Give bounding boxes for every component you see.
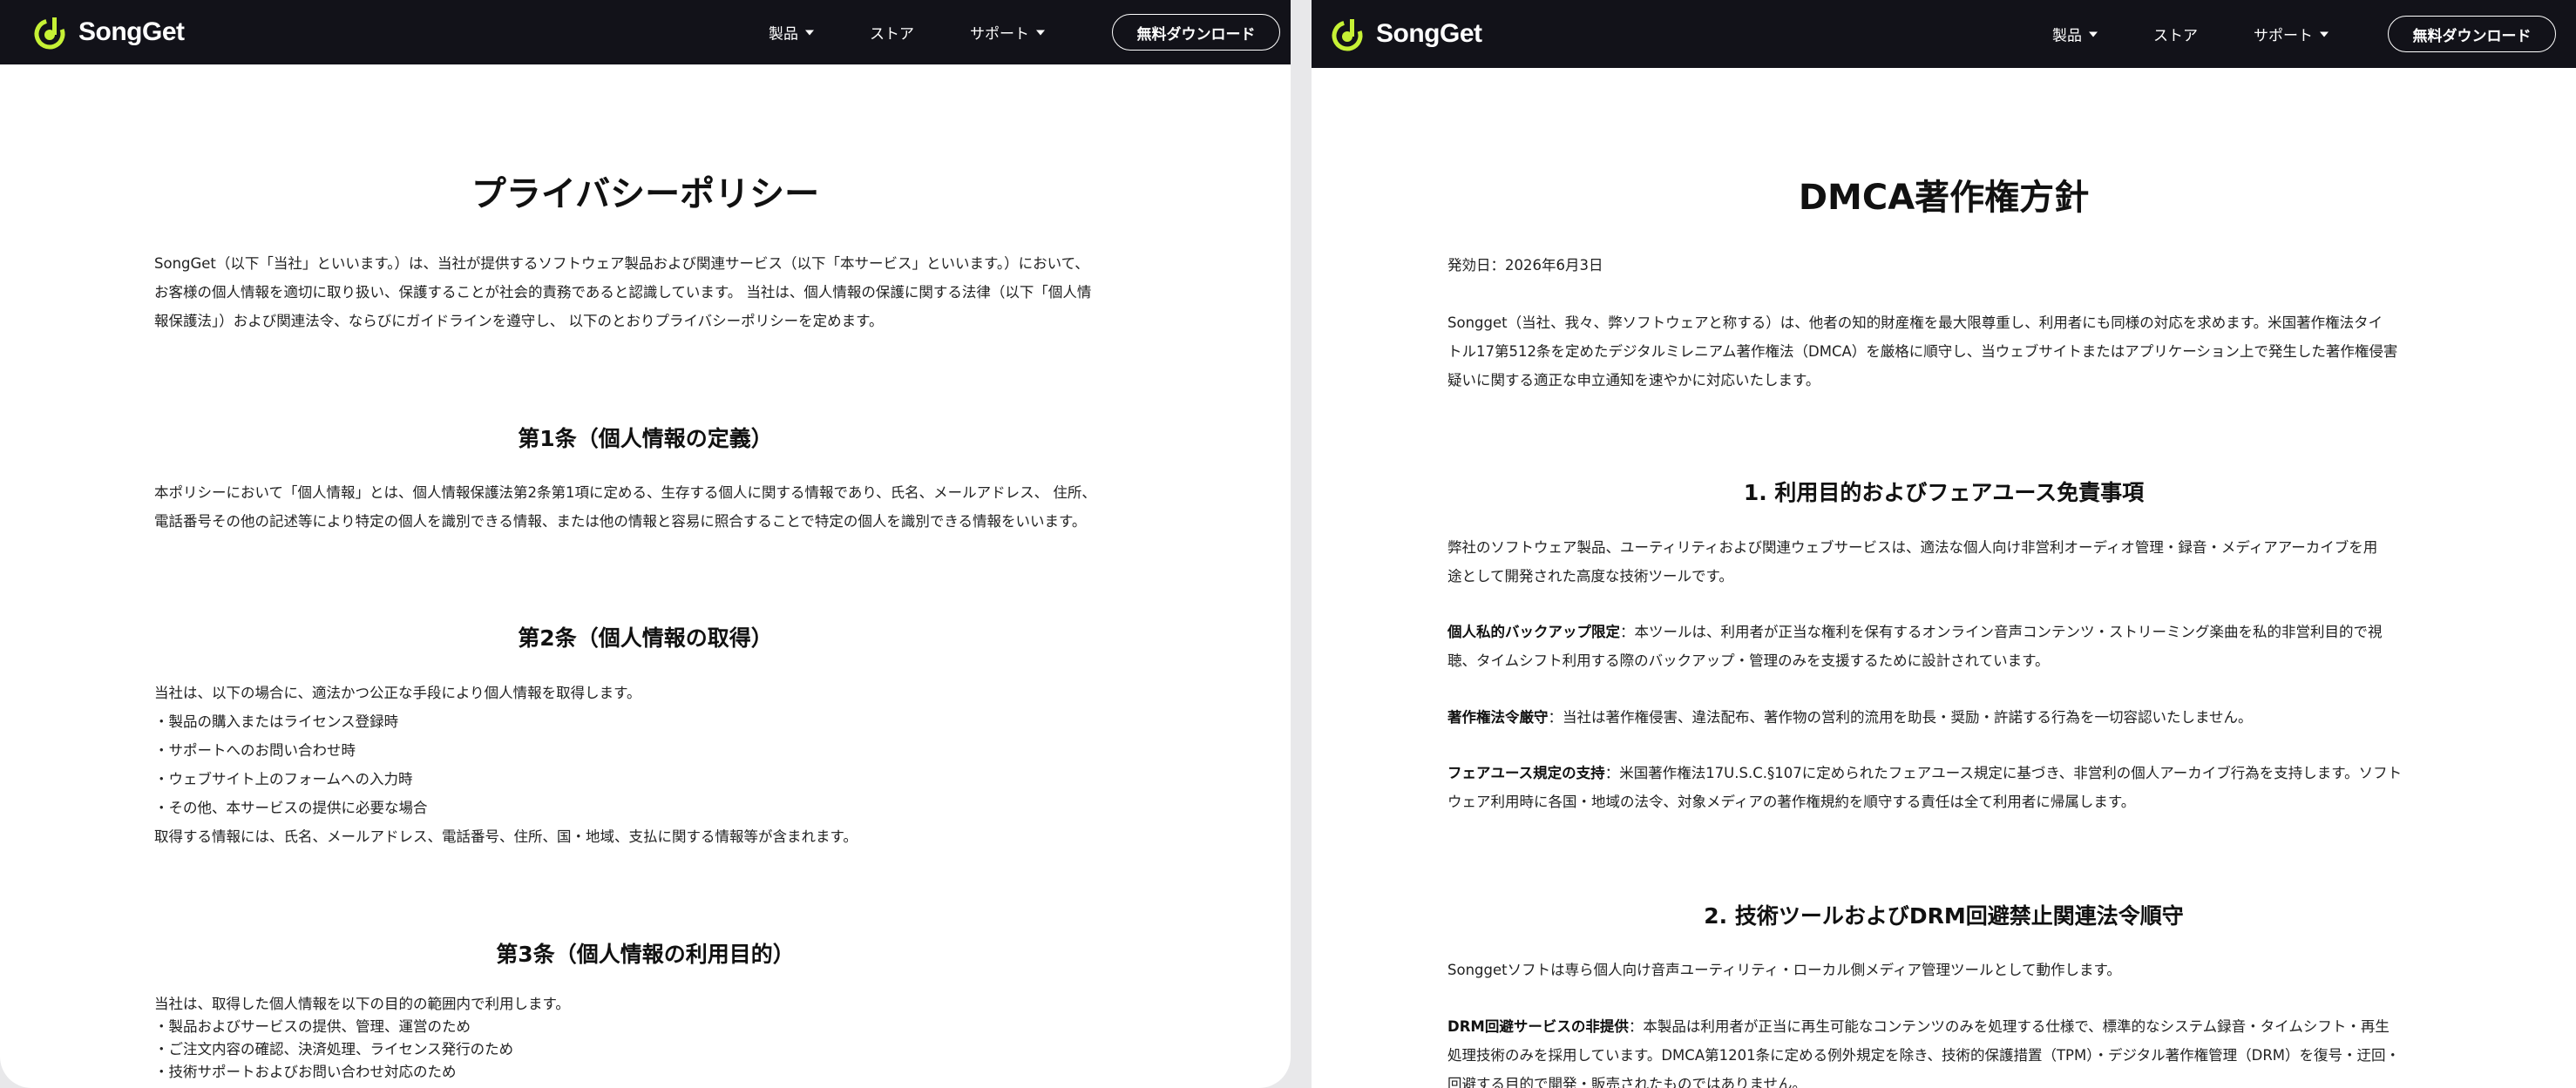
nav-products-label: 製品 [769,25,798,44]
section-2-para-2: DRM回避サービスの非提供：本製品は利用者が正当に再生可能なコンテンツのみを処理… [1447,1012,2493,1088]
page-title: プライバシーポリシー [471,174,820,214]
caret-down-icon [2089,31,2098,37]
section-1-para-3: 著作権法令厳守：当社は著作権侵害、違法配布、著作物の営利的流用を助長・奨励・許諾… [1447,703,2493,732]
text-line: 聴、タイムシフト利用する際のバックアップ・管理のみを支援するために設計されていま… [1447,652,2050,669]
nav-support-label: サポート [2254,27,2313,45]
nav-products-label: 製品 [2052,27,2082,45]
text-line: ウェア利用時に各国・地域の法令、対象メディアの著作権規約を順守する責任は全て利用… [1447,794,2136,810]
top-navbar: SongGet 製品 ストア サポート 無料ダウンロード [1312,0,2576,68]
text-line: トル17第512条を定めたデジタルミレニアム著作権法（DMCA）を厳格に順守し、… [1447,343,2398,360]
text-line: SongGet（以下「当社」といいます。）は、当社が提供するソフトウェア製品およ… [154,255,1089,272]
brand-name: SongGet [1376,19,1482,48]
list-item: ・製品およびサービスの提供、管理、運営のため [154,1018,471,1035]
list-item: ・製品の購入またはライセンス登録時 [154,713,399,730]
brand-logo[interactable]: SongGet [31,14,185,51]
text-line: 当社は、取得した個人情報を以下の目的の範囲内で利用します。 [154,996,570,1012]
section-1-para-2: 個人私的バックアップ限定：本ツールは、利用者が正当な権利を保有するオンライン音声… [1447,618,2493,675]
bold-label: DRM回避サービスの非提供 [1447,1018,1629,1035]
list-item: ・技術サポートおよびお問い合わせ対応のため [154,1064,457,1080]
bold-label: 個人私的バックアップ限定 [1447,624,1620,640]
nav-support[interactable]: サポート [2254,24,2329,45]
nav-store-label: ストア [870,25,914,44]
text-line: 当社は、以下の場合に、適法かつ公正な手段により個人情報を取得します。 [154,685,641,701]
article-3-body: 当社は、取得した個人情報を以下の目的の範囲内で利用します。 ・製品およびサービス… [154,993,1183,1084]
text-line: 処理技術のみを採用しています。DMCA第1201条に定める例外規定を除き、技術的… [1447,1047,2401,1064]
nav-products[interactable]: 製品 [2052,24,2098,45]
section-1-para-4: フェアユース規定の支持：米国著作権法17U.S.C.§107に定められたフェアユ… [1447,759,2493,816]
effective-date: 発効日：2026年6月3日 [1447,257,1603,274]
top-navbar: SongGet 製品 ストア サポート 無料ダウンロード [0,0,1291,64]
nav-store-label: ストア [2153,27,2198,45]
dmca-policy-page: SongGet 製品 ストア サポート 無料ダウンロード DMCA著作権方針 発… [1312,0,2576,1088]
caret-down-icon [1036,30,1045,35]
article-2-heading: 第2条（個人情報の取得） [518,625,773,651]
nav-store[interactable]: ストア [2153,24,2198,45]
privacy-policy-page: SongGet 製品 ストア サポート 無料ダウンロード プライバシーポリシー … [0,0,1291,1088]
intro-paragraph: SongGet（以下「当社」といいます。）は、当社が提供するソフトウェア製品およ… [154,249,1156,335]
page-title: DMCA著作権方針 [1798,178,2090,218]
main-nav: 製品 ストア サポート [2052,24,2329,45]
article-1-heading: 第1条（個人情報の定義） [518,426,773,451]
nav-support[interactable]: サポート [970,22,1045,44]
list-item: ・ご注文内容の確認、決済処理、ライセンス発行のため [154,1041,514,1058]
free-download-button[interactable]: 無料ダウンロード [1112,14,1280,51]
text-line: Songget（当社、我々、弊ソフトウェアと称する）は、他者の知的財産権を最大限… [1447,314,2383,331]
list-item: ・サポートへのお問い合わせ時 [154,742,356,759]
nav-store[interactable]: ストア [870,22,914,44]
nav-products[interactable]: 製品 [769,22,814,44]
text-line: 回避する目的で開発・販売されたものではありません。 [1447,1076,1807,1088]
article-2-body: 当社は、以下の場合に、適法かつ公正な手段により個人情報を取得します。 ・製品の購… [154,679,1183,851]
text-line: お客様の個人情報を適切に取り扱い、保護することが社会的責務であると認識しています… [154,284,1092,301]
list-item: ・ウェブサイト上のフォームへの入力時 [154,771,413,787]
bold-label: 著作権法令厳守 [1447,709,1549,726]
text-line: ：米国著作権法17U.S.C.§107に定められたフェアユース規定に基づき、非営… [1604,765,2403,781]
text-line: ：本製品は利用者が正当に再生可能なコンテンツのみを処理する仕様で、標準的なシステ… [1628,1018,2390,1035]
songget-logo-icon [34,17,65,50]
text-line: 報保護法」）および関連法令、ならびにガイドラインを遵守し、 以下のとおりプライバ… [154,313,884,329]
text-line: 途として開発された高度な技術ツールです。 [1447,568,1733,585]
intro-paragraph: Songget（当社、我々、弊ソフトウェアと称する）は、他者の知的財産権を最大限… [1447,308,2493,395]
main-nav: 製品 ストア サポート [769,22,1045,44]
text-line: ：当社は著作権侵害、違法配布、著作物の営利的流用を助長・奨励・許諾する行為を一切… [1548,709,2253,726]
section-2-para-1: Songgetソフトは専ら個人向け音声ユーティリティ・ローカル側メディア管理ツー… [1447,962,2121,978]
article-1-body: 本ポリシーにおいて「個人情報」とは、個人情報保護法第2条第1項に定める、生存する… [154,478,1183,536]
bold-label: フェアユース規定の支持 [1447,765,1605,781]
article-3-heading: 第3条（個人情報の利用目的） [496,942,795,967]
text-line: 電話番号その他の記述等により特定の個人を識別できる情報、または他の情報と容易に照… [154,513,1087,530]
section-1-heading: 1. 利用目的およびフェアユース免責事項 [1743,480,2145,505]
list-item: ・その他、本サービスの提供に必要な場合 [154,800,428,816]
section-2-heading: 2. 技術ツールおよびDRM回避禁止関連法令順守 [1704,903,2184,929]
caret-down-icon [805,30,814,35]
text-line: 本ポリシーにおいて「個人情報」とは、個人情報保護法第2条第1項に定める、生存する… [154,484,1096,501]
free-download-button[interactable]: 無料ダウンロード [2388,16,2556,52]
section-1-para-1: 弊社のソフトウェア製品、ユーティリティおよび関連ウェブサービスは、適法な個人向け… [1447,533,2493,591]
text-line: ：本ツールは、利用者が正当な権利を保有するオンライン音声コンテンツ・ストリーミン… [1620,624,2383,640]
caret-down-icon [2320,31,2329,37]
nav-support-label: サポート [970,25,1029,44]
text-line: 取得する情報には、氏名、メールアドレス、電話番号、住所、国・地域、支払に関する情… [154,828,858,845]
brand-logo[interactable]: SongGet [1329,16,1482,52]
text-line: 弊社のソフトウェア製品、ユーティリティおよび関連ウェブサービスは、適法な個人向け… [1447,539,2378,556]
text-line: 疑いに関する適正な申立通知を速やかに対応いたします。 [1447,372,1820,389]
songget-logo-icon [1332,19,1363,51]
brand-name: SongGet [78,17,185,46]
